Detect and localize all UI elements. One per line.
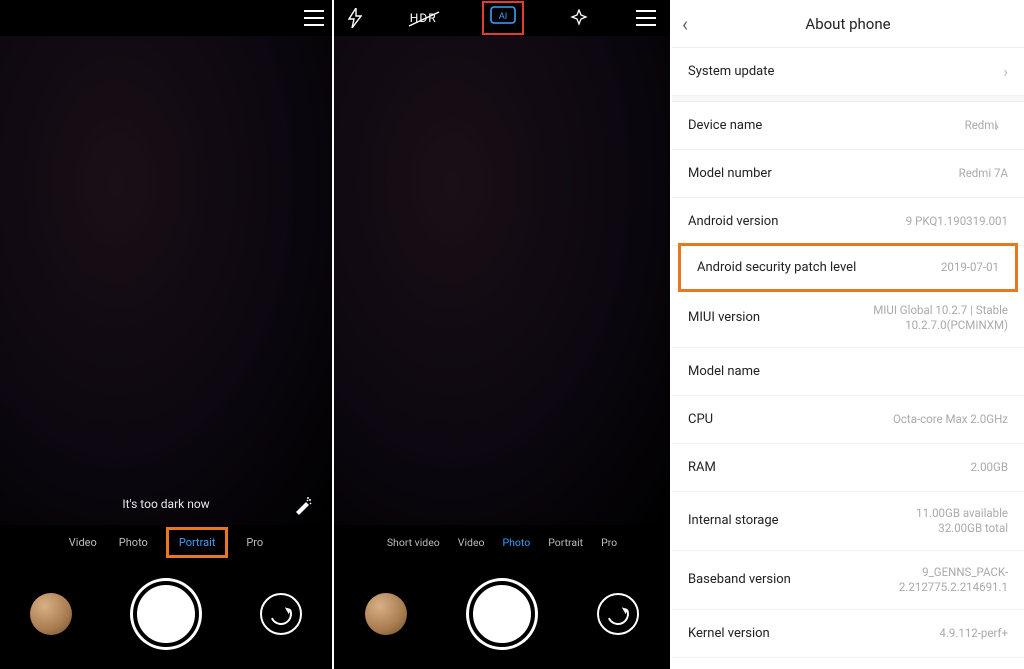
ai-icon: AI <box>490 5 516 25</box>
hamburger-menu-icon[interactable] <box>636 10 656 26</box>
page-title: About phone <box>805 15 890 33</box>
camera-viewfinder[interactable]: It's too dark now <box>0 36 332 525</box>
gallery-thumbnail[interactable] <box>30 593 72 635</box>
row-label: CPU <box>688 412 713 427</box>
dark-warning-text: It's too dark now <box>0 497 332 511</box>
row-baseband[interactable]: Baseband version 9_GENNS_PACK-2.212775.2… <box>672 551 1024 610</box>
row-value: Redmi 7A <box>959 166 1008 181</box>
ai-label-text: AI <box>499 11 508 21</box>
row-value: 2.00GB <box>971 460 1008 475</box>
row-miui-version[interactable]: MIUI version MIUI Global 10.2.7 | Stable… <box>672 289 1024 348</box>
camera-controls <box>0 559 332 669</box>
row-ram[interactable]: RAM 2.00GB <box>672 444 1024 492</box>
mode-video[interactable]: Video <box>69 536 97 549</box>
flash-icon[interactable] <box>348 8 362 28</box>
row-value: MIUI Global 10.2.7 | Stable 10.2.7.0(PCM… <box>832 303 1008 333</box>
mode-short-video[interactable]: Short video <box>387 536 440 549</box>
filters-sparkle-icon[interactable] <box>570 9 588 27</box>
chevron-right-icon: › <box>1003 62 1008 81</box>
mode-photo[interactable]: Photo <box>119 536 148 549</box>
row-value: 9 PKQ1.190319.001 <box>906 214 1008 229</box>
gallery-thumbnail[interactable] <box>365 593 407 635</box>
row-kernel[interactable]: Kernel version 4.9.112-perf+ <box>672 610 1024 658</box>
row-cpu[interactable]: CPU Octa-core Max 2.0GHz <box>672 396 1024 444</box>
mode-video[interactable]: Video <box>458 536 485 549</box>
row-value: 2019-07-01 <box>941 260 999 275</box>
row-status[interactable]: Status Phone number, signal, etc. <box>672 658 1024 669</box>
row-security-patch-highlighted[interactable]: Android security patch level 2019-07-01 <box>678 243 1018 292</box>
camera-screen-photo: HDR AI Short video Video Photo Portrait … <box>332 0 672 669</box>
row-label: Android security patch level <box>697 260 856 275</box>
mode-pro[interactable]: Pro <box>246 536 263 549</box>
switch-camera-button[interactable] <box>260 593 302 635</box>
back-chevron-icon[interactable]: ‹ <box>682 12 688 36</box>
camera-topbar: HDR AI <box>334 0 670 36</box>
switch-camera-icon <box>267 600 295 628</box>
row-device-name[interactable]: Device name Redmi › <box>672 102 1024 150</box>
switch-camera-icon <box>604 600 632 628</box>
hamburger-menu-icon[interactable] <box>304 10 324 26</box>
row-model-name[interactable]: Model name <box>672 348 1024 396</box>
row-label: System update <box>688 64 774 79</box>
row-label: Kernel version <box>688 626 770 641</box>
row-value: 9_GENNS_PACK-2.212775.2.214691.1 <box>832 565 1008 595</box>
row-system-update[interactable]: System update › <box>672 48 1024 96</box>
mode-portrait[interactable]: Portrait <box>548 536 583 549</box>
row-android-version[interactable]: Android version 9 PKQ1.190319.001 <box>672 198 1024 246</box>
row-internal-storage[interactable]: Internal storage 11.00GB available 32.00… <box>672 492 1024 551</box>
shutter-button[interactable] <box>133 581 199 647</box>
row-label: Internal storage <box>688 513 779 528</box>
settings-header: ‹ About phone <box>672 0 1024 48</box>
camera-topbar <box>0 0 332 36</box>
shutter-button[interactable] <box>469 581 535 647</box>
camera-mode-row: Video Photo Portrait Pro <box>0 525 332 559</box>
switch-camera-button[interactable] <box>597 593 639 635</box>
camera-viewfinder[interactable] <box>334 36 670 525</box>
about-phone-screen: ‹ About phone System update › Device nam… <box>672 0 1024 669</box>
row-label: RAM <box>688 460 716 475</box>
camera-controls <box>334 559 670 669</box>
ai-button-highlighted[interactable]: AI <box>482 1 524 35</box>
row-label: Android version <box>688 214 778 229</box>
mode-portrait[interactable]: Portrait <box>166 527 229 558</box>
row-label: Device name <box>688 118 762 133</box>
camera-screen-portrait: It's too dark now Video Photo Portrait P… <box>0 0 332 669</box>
row-value: Octa-core Max 2.0GHz <box>893 412 1008 427</box>
row-label: Baseband version <box>688 572 791 587</box>
camera-mode-row: Short video Video Photo Portrait Pro <box>334 525 670 559</box>
row-model-number[interactable]: Model number Redmi 7A <box>672 150 1024 198</box>
row-value: 11.00GB available 32.00GB total <box>916 506 1008 536</box>
chevron-right-icon: › <box>994 116 999 135</box>
row-label: Model name <box>688 364 760 379</box>
row-label: MIUI version <box>688 310 760 325</box>
row-value: Redmi <box>965 118 989 133</box>
mode-pro[interactable]: Pro <box>601 536 617 549</box>
hdr-icon[interactable]: HDR <box>410 11 437 25</box>
row-label: Model number <box>688 166 772 181</box>
mode-photo[interactable]: Photo <box>503 536 531 549</box>
magic-wand-icon[interactable] <box>294 497 312 515</box>
row-value: 4.9.112-perf+ <box>939 626 1008 641</box>
